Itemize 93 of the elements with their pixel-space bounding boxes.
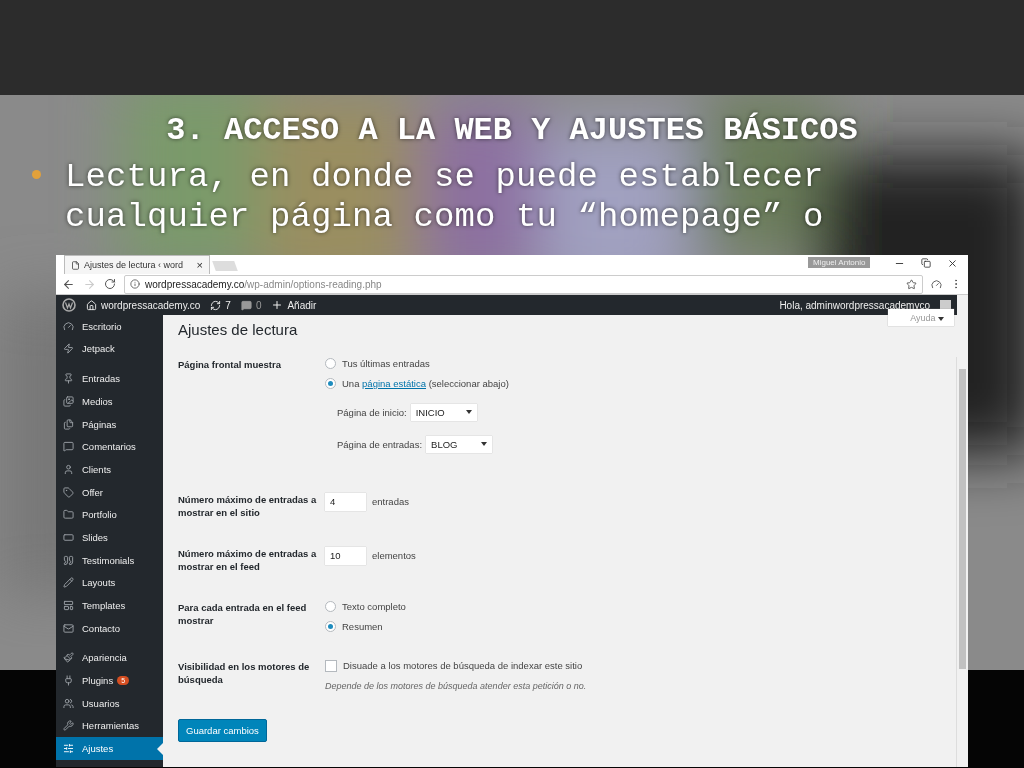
comment-icon[interactable] (240, 299, 252, 311)
option-label: Una página estática (seleccionar abajo) (342, 377, 509, 389)
radio-button[interactable] (325, 377, 336, 389)
number-field[interactable]: 10 (325, 546, 366, 565)
unit-label: elementos (372, 550, 416, 562)
layout-icon (63, 600, 74, 612)
field-label: Página frontal muestra (178, 357, 282, 372)
tag-icon (63, 486, 74, 498)
dropdown[interactable]: INICIO (410, 403, 477, 421)
page-title: Ajustes de lectura (178, 320, 299, 338)
bullet-dot (32, 170, 41, 179)
field-label: Número máximo de entradas a mostrar en el feed (178, 546, 318, 573)
field-label: Para cada entrada en el feed mostrar (178, 600, 308, 628)
sidebar-item[interactable]: Layouts (56, 571, 163, 595)
sidebar-item[interactable]: Ajustes (56, 737, 163, 760)
sidebar-item[interactable]: Clients (56, 458, 163, 481)
updates-count: 7 (225, 299, 231, 311)
home-icon[interactable] (86, 299, 97, 311)
radio-button[interactable] (325, 357, 336, 369)
sidebar-item[interactable]: Apariencia (56, 646, 163, 670)
sidebar-item[interactable]: Portfolio (56, 503, 163, 527)
restore-icon[interactable] (921, 258, 931, 268)
new-link[interactable]: Añadir (287, 299, 317, 311)
caret-icon (481, 442, 488, 447)
plus-icon[interactable] (271, 299, 284, 312)
users-icon (63, 697, 74, 709)
option-label: Tus últimas entradas (342, 357, 430, 369)
radio-button[interactable] (325, 620, 336, 632)
greeting-link[interactable]: Hola, adminwordpressacademyco (779, 299, 930, 311)
unit-label: entradas (372, 496, 409, 508)
plug-icon (63, 675, 74, 687)
updates-icon[interactable] (210, 299, 222, 311)
sidebar-item[interactable]: Medios (56, 390, 163, 413)
sidebar-item[interactable]: Herramientas (56, 714, 163, 738)
wrench-icon (63, 720, 74, 732)
mail-icon (63, 622, 74, 634)
pencil-icon (63, 577, 74, 589)
save-button[interactable]: Guardar cambios (178, 718, 267, 742)
wordpress-logo-icon[interactable] (62, 298, 76, 313)
comment-icon (63, 441, 74, 453)
option-label: Resumen (342, 620, 383, 632)
sidebar-item[interactable]: Páginas (56, 412, 163, 436)
sidebar-item[interactable]: Usuarios (56, 691, 163, 715)
slides-icon (63, 531, 74, 543)
text-link[interactable]: página estática (362, 377, 426, 389)
close-icon[interactable] (947, 258, 958, 269)
quote-icon (63, 554, 74, 566)
radio-button[interactable] (325, 600, 336, 612)
field-label: Visibilidad en los motores de búsqueda (178, 659, 311, 687)
images-icon (63, 395, 74, 407)
info-icon (130, 279, 140, 290)
sidebar-item[interactable]: Entradas (56, 367, 163, 390)
url-text: wordpressacademy.co/wp-admin/options-reading.php (145, 278, 382, 290)
description-text: Depende de los motores de búsqueda atender esta petición o no. (325, 680, 587, 691)
sidebar-item[interactable]: Jetpack (56, 337, 163, 361)
folder-icon (63, 509, 74, 521)
pin-icon (63, 373, 74, 385)
field-label: Número máximo de entradas a mostrar en el sitio (178, 492, 318, 519)
checkbox[interactable] (325, 659, 337, 672)
option-label: Texto completo (342, 600, 406, 612)
browser-tab[interactable]: Ajustes de lectura ‹ word × (64, 255, 210, 274)
bullet-text: Lectura, en donde se puede establecer (65, 157, 824, 197)
site-link[interactable]: wordpressacademy.co (101, 299, 201, 311)
close-tab-button[interactable]: × (196, 259, 203, 271)
avatar-icon (940, 299, 951, 311)
sidebar-item[interactable]: Testimonials (56, 548, 163, 572)
user-icon (63, 463, 74, 475)
brush-icon (63, 652, 74, 664)
dropdown[interactable]: BLOG (426, 435, 493, 453)
gauge-icon[interactable] (931, 278, 942, 290)
back-icon[interactable] (62, 277, 75, 291)
star-icon[interactable] (906, 278, 917, 290)
sidebar-item[interactable]: Offer (56, 480, 163, 504)
lightning-icon (63, 343, 74, 355)
dashboard-icon (63, 320, 74, 332)
field-label: Página de inicio: (337, 406, 407, 418)
sidebar-item[interactable]: Comentarios (56, 435, 163, 459)
slide-title: 3. ACCESO A LA WEB Y AJUSTES BÁSICOS (165, 111, 859, 151)
sidebar-item[interactable]: Escritorio (56, 314, 163, 338)
address-bar[interactable]: wordpressacademy.co/wp-admin/options-reading.php (124, 274, 923, 294)
caret-icon (465, 410, 472, 415)
sidebar-item[interactable]: Slides (56, 526, 163, 549)
field-label: Página de entradas: (337, 438, 423, 450)
page-icon (71, 260, 80, 270)
reload-icon[interactable] (104, 278, 116, 291)
profile-name: Miguel Antonio (808, 257, 871, 268)
pages-icon (63, 418, 74, 430)
sidebar-item[interactable]: Contacto (56, 616, 163, 640)
sliders-icon (63, 743, 74, 755)
checkbox-label: Disuade a los motores de búsqueda de indexar este sitio (343, 660, 583, 672)
sidebar-item[interactable]: Templates (56, 594, 163, 617)
number-field[interactable]: 4 (325, 492, 366, 511)
comments-count: 0 (255, 299, 262, 311)
